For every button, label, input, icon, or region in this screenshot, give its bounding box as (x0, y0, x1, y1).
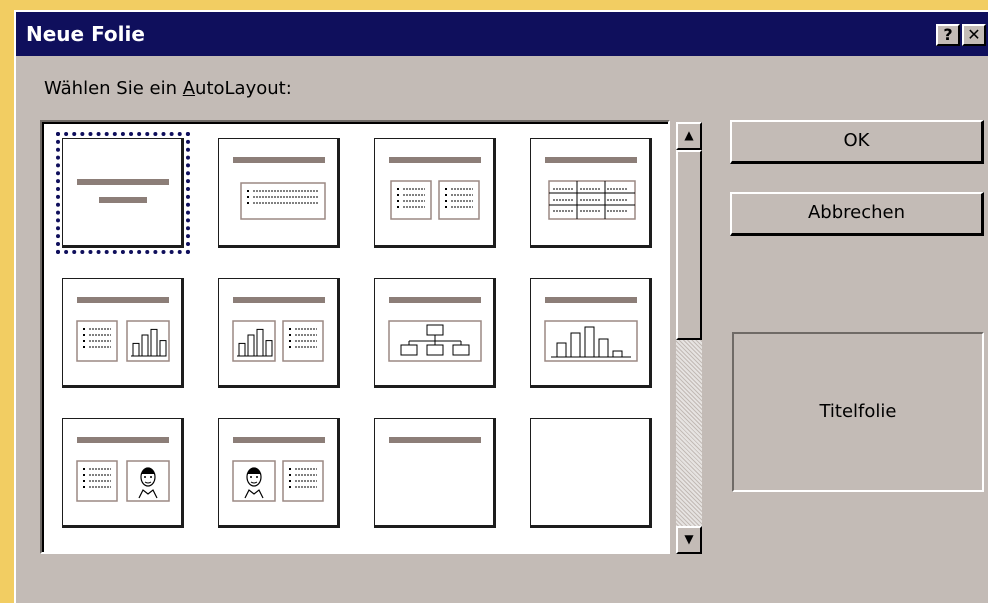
layout-thumbnail-frame (374, 418, 496, 528)
layout-thumbnail-frame (530, 138, 652, 248)
cancel-button[interactable]: Abbrechen (730, 192, 984, 236)
scroll-down-button[interactable]: ▼ (676, 526, 702, 554)
layout-thumbnail-text-clipart[interactable] (62, 418, 184, 528)
new-slide-dialog: Neue Folie ? ✕ Wählen Sie ein AutoLayout… (14, 10, 988, 603)
dialog-title: Neue Folie (26, 22, 145, 46)
layout-thumbnail-chart[interactable] (530, 278, 652, 388)
scroll-up-button[interactable]: ▲ (676, 122, 702, 150)
layout-thumbnail-org-chart[interactable] (374, 278, 496, 388)
layout-thumbnail-frame (530, 418, 652, 528)
close-button[interactable]: ✕ (962, 24, 986, 46)
layout-thumbnail-clipart-text[interactable] (218, 418, 340, 528)
layout-thumbnail-title-only[interactable] (374, 418, 496, 528)
layout-org-chart-icon (388, 297, 482, 362)
layout-thumbnail-frame (62, 278, 184, 388)
scroll-thumb[interactable] (676, 150, 702, 340)
layout-thumbnail-text-chart[interactable] (62, 278, 184, 388)
layout-thumbnail-blank[interactable] (530, 418, 652, 528)
layout-thumbnail-frame (62, 138, 184, 248)
layout-thumbnail-frame (218, 418, 340, 528)
layout-thumbnail-two-text[interactable] (374, 138, 496, 248)
layout-two-text-icon (389, 157, 481, 220)
gallery-scrollbar[interactable]: ▲ ▼ (676, 122, 702, 554)
layout-table-icon (545, 157, 637, 220)
layout-thumbnail-frame (530, 278, 652, 388)
layout-thumbnail-table[interactable] (530, 138, 652, 248)
help-button[interactable]: ? (936, 24, 960, 46)
layout-gallery (40, 120, 670, 554)
layout-text-chart-icon (76, 297, 170, 362)
layout-thumbnail-title[interactable] (56, 132, 190, 254)
layout-chart-icon (544, 297, 638, 362)
ok-button[interactable]: OK (730, 120, 984, 164)
layout-thumbnail-frame (374, 138, 496, 248)
layout-title-only-icon (389, 437, 481, 443)
layout-clipart-text-icon (232, 437, 325, 502)
autolayout-prompt: Wählen Sie ein AutoLayout: (44, 78, 292, 99)
layout-chart-text-icon (232, 297, 325, 362)
layout-thumbnail-frame (218, 278, 340, 388)
layout-thumbnail-frame (62, 418, 184, 528)
layout-blank-icon (531, 419, 651, 527)
layout-title-icon (77, 179, 169, 203)
layout-thumbnail-frame (218, 138, 340, 248)
layout-text-clipart-icon (76, 437, 170, 502)
title-bar: Neue Folie ? ✕ (16, 12, 988, 56)
layout-thumbnail-text[interactable] (218, 138, 340, 248)
layout-text-icon (233, 157, 326, 220)
layout-thumbnail-chart-text[interactable] (218, 278, 340, 388)
layout-preview: Titelfolie (732, 332, 984, 492)
layout-thumbnail-frame (374, 278, 496, 388)
